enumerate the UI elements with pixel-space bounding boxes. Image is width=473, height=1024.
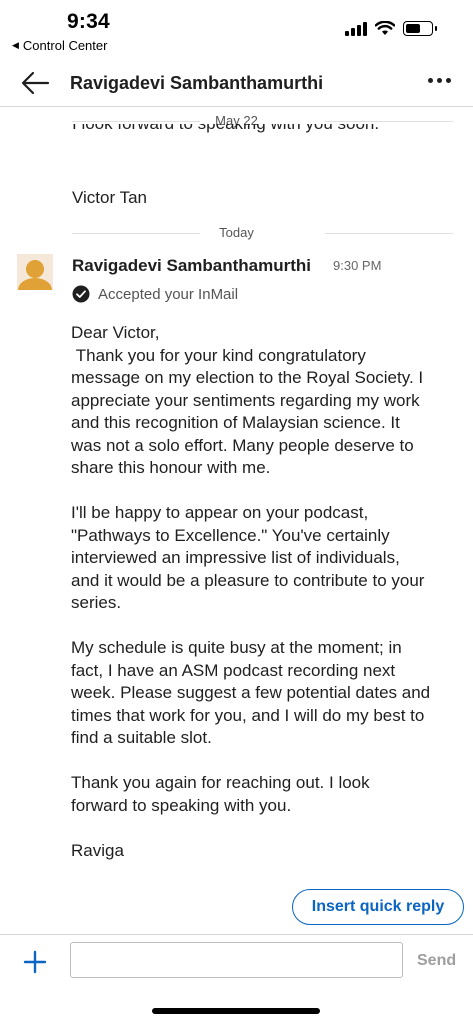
- send-button[interactable]: Send: [417, 952, 456, 970]
- conversation-title[interactable]: Ravigadevi Sambanthamurthi: [70, 73, 323, 94]
- previous-message-signature: Victor Tan: [72, 188, 147, 207]
- back-to-app-link[interactable]: ◀ Control Center: [12, 38, 107, 53]
- message-signature: Raviga: [71, 840, 124, 860]
- back-triangle-icon: ◀: [12, 40, 19, 50]
- status-icons: [345, 20, 437, 36]
- message-body: Dear Victor, Thank you for your kind con…: [71, 322, 431, 862]
- home-indicator[interactable]: [152, 1008, 320, 1014]
- back-arrow-icon[interactable]: [20, 70, 50, 96]
- more-options-icon[interactable]: [428, 78, 451, 83]
- date-divider-today: Today: [0, 223, 473, 243]
- conversation-header: Ravigadevi Sambanthamurthi: [0, 60, 473, 107]
- insert-quick-reply-button[interactable]: Insert quick reply: [292, 889, 464, 925]
- clock: 9:34: [67, 10, 110, 33]
- battery-icon: [403, 20, 437, 36]
- message-paragraph: I'll be happy to appear on your podcast,…: [71, 503, 430, 612]
- message-paragraph: Dear Victor, Thank you for your kind con…: [71, 323, 424, 477]
- cellular-signal-icon: [345, 20, 367, 36]
- message-paragraph: My schedule is quite busy at the moment;…: [71, 638, 435, 747]
- back-app-label: Control Center: [22, 38, 108, 53]
- message-timestamp: 9:30 PM: [333, 258, 382, 273]
- check-circle-icon: [72, 285, 90, 303]
- inmail-status-text: Accepted your InMail: [98, 285, 239, 303]
- message-paragraph: Thank you again for reaching out. I look…: [71, 773, 375, 815]
- message-composer: Send: [0, 934, 473, 988]
- message-sender-name[interactable]: Ravigadevi Sambanthamurthi: [72, 256, 311, 276]
- message-input[interactable]: [70, 942, 403, 978]
- wifi-icon: [375, 20, 395, 35]
- plus-icon[interactable]: [22, 949, 48, 975]
- status-bar: 9:34 ◀ Control Center: [0, 0, 473, 60]
- previous-message-clipped-line: I look forward to speaking with you soon…: [72, 124, 452, 140]
- date-divider-label: Today: [209, 225, 264, 240]
- sender-avatar[interactable]: [17, 254, 53, 290]
- inmail-status: Accepted your InMail: [72, 285, 238, 303]
